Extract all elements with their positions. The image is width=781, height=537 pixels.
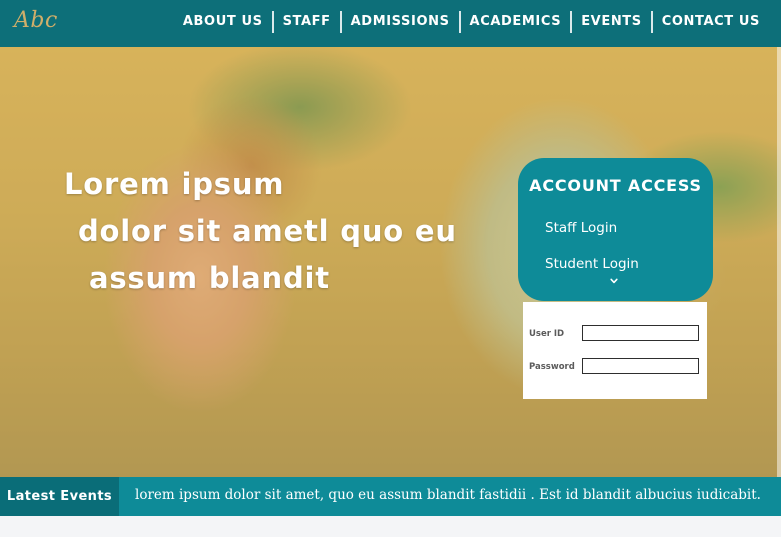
nav-divider: [650, 11, 653, 33]
nav-contact-us[interactable]: CONTACT US: [653, 10, 769, 34]
user-id-label: User ID: [529, 329, 565, 339]
student-login-link[interactable]: Student Login: [545, 256, 639, 272]
latest-events-bar: Latest Events lorem ipsum dolor sit amet…: [0, 477, 781, 516]
hero-heading: Lorem ipsum dolor sit ametl quo eu assum…: [64, 161, 484, 302]
chevron-down-icon[interactable]: [610, 277, 618, 285]
nav-admissions[interactable]: ADMISSIONS: [342, 10, 459, 34]
hero-heading-line: dolor sit ametl quo eu: [78, 214, 457, 248]
nav-divider: [570, 11, 573, 33]
account-access-panel: ACCOUNT ACCESS Staff Login Student Login: [518, 158, 713, 301]
user-id-input[interactable]: [582, 325, 699, 341]
nav-divider: [271, 11, 274, 33]
login-form: User ID Password: [523, 302, 707, 399]
nav-about-us[interactable]: ABOUT US: [174, 10, 272, 34]
latest-events-ticker[interactable]: lorem ipsum dolor sit amet, quo eu assum…: [135, 477, 761, 516]
nav-divider: [339, 11, 342, 33]
nav-staff[interactable]: STAFF: [274, 10, 340, 34]
page-edge-strip: [777, 47, 781, 477]
hero-heading-line: Lorem ipsum: [64, 167, 285, 201]
latest-events-label: Latest Events: [0, 477, 119, 516]
main-nav: ABOUT US STAFF ADMISSIONS ACADEMICS EVEN…: [174, 10, 769, 34]
password-input[interactable]: [582, 358, 699, 374]
nav-events[interactable]: EVENTS: [572, 10, 651, 34]
staff-login-link[interactable]: Staff Login: [545, 220, 617, 236]
account-access-title: ACCOUNT ACCESS: [529, 176, 702, 195]
nav-academics[interactable]: ACADEMICS: [461, 10, 571, 34]
hero-heading-line: assum blandit: [89, 261, 330, 295]
nav-divider: [458, 11, 461, 33]
site-logo[interactable]: Abc: [14, 8, 58, 33]
password-label: Password: [529, 362, 575, 372]
site-header: Abc ABOUT US STAFF ADMISSIONS ACADEMICS …: [0, 0, 781, 47]
